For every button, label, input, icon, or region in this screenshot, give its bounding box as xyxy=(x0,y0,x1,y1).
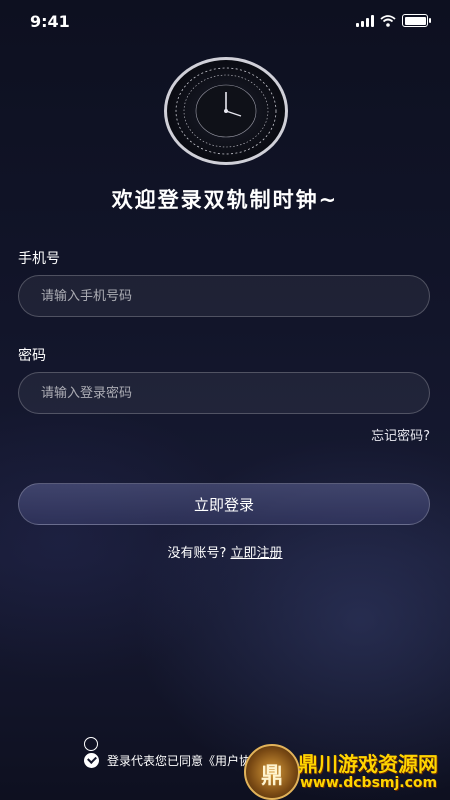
status-bar: 9:41 xyxy=(0,0,450,44)
phone-label: 手机号 xyxy=(18,251,60,267)
status-time: 9:41 xyxy=(30,12,70,31)
watermark-emblem-text: 鼎 xyxy=(260,764,283,789)
login-button[interactable]: 立即登录 xyxy=(18,483,430,525)
password-label: 密码 xyxy=(18,348,46,364)
register-link[interactable]: 立即注册 xyxy=(231,546,283,561)
status-icons xyxy=(356,14,431,27)
cellular-signal-icon xyxy=(356,14,374,27)
phone-input[interactable] xyxy=(18,275,430,317)
welcome-title: 欢迎登录双轨制时钟~ xyxy=(111,188,339,212)
forgot-password-link[interactable]: 忘记密码? xyxy=(371,425,430,444)
radio-circle-icon[interactable] xyxy=(84,737,98,751)
clock-logo-icon xyxy=(164,57,288,165)
watermark-url: www.dcbsmj.com xyxy=(300,775,438,791)
wifi-icon xyxy=(380,14,396,27)
agreement-checkbox[interactable] xyxy=(84,753,99,768)
watermark-title: 鼎川游戏资源网 xyxy=(298,752,438,776)
watermark-emblem-icon: 鼎 xyxy=(244,744,300,800)
register-row: 没有账号? 立即注册 xyxy=(0,542,450,561)
register-prompt: 没有账号? xyxy=(167,546,227,561)
battery-icon xyxy=(402,14,431,27)
watermark: 鼎 鼎川游戏资源网 www.dcbsmj.com xyxy=(244,742,444,800)
password-input[interactable] xyxy=(18,372,430,414)
